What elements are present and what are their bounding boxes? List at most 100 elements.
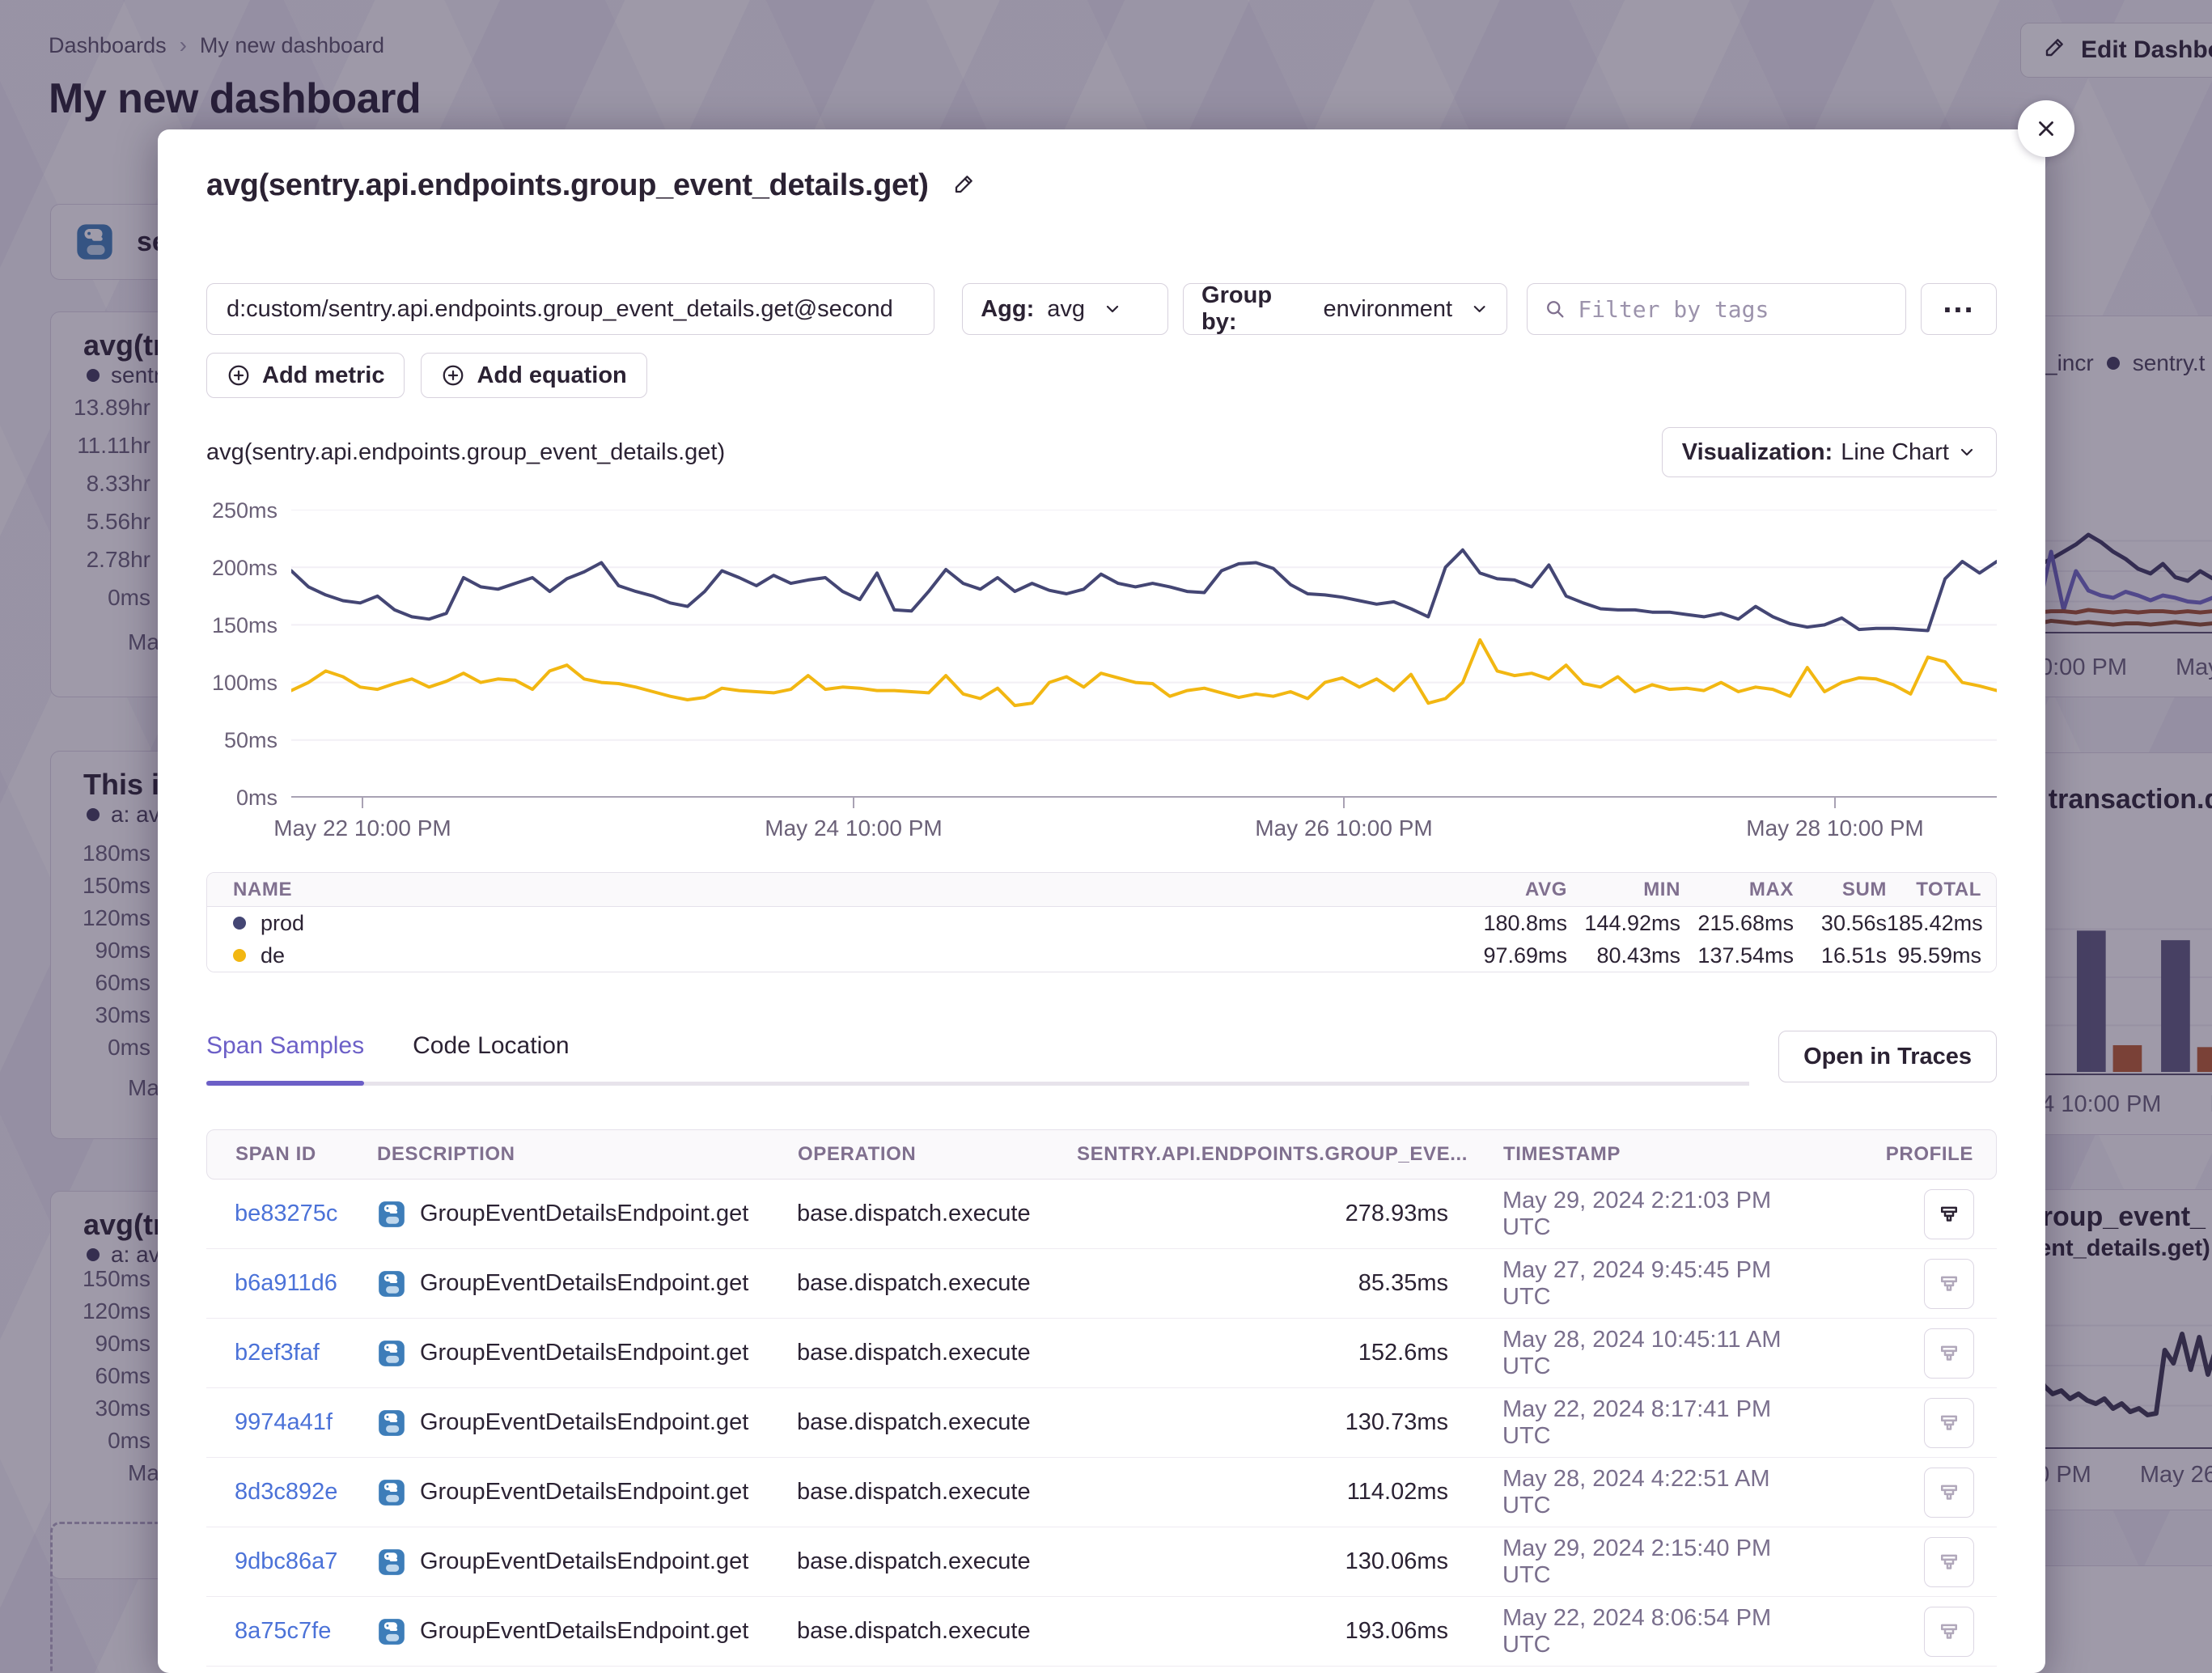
- span-samples-table: SPAN ID DESCRIPTION OPERATION SENTRY.API…: [206, 1129, 1997, 1667]
- profile-icon: [1937, 1202, 1961, 1226]
- series-name: de: [261, 943, 285, 968]
- close-icon: [2034, 116, 2058, 141]
- span-id-link[interactable]: 9974a41f: [235, 1409, 376, 1436]
- span-operation: base.dispatch.execute: [797, 1201, 1076, 1227]
- tag-filter-field: [1527, 283, 1906, 335]
- x-tick-mark: [853, 798, 854, 808]
- tab-span-samples[interactable]: Span Samples: [206, 1032, 364, 1082]
- line-chart[interactable]: 250ms 200ms 150ms 100ms 50ms 0ms: [206, 510, 1997, 798]
- x-tick-label: May 26 10:00 PM: [1223, 815, 1465, 841]
- profile-button[interactable]: [1924, 1468, 1974, 1518]
- span-timestamp: May 28, 2024 10:45:11 AM UTC: [1448, 1327, 1796, 1380]
- x-tick-label: May 24 10:00 PM: [732, 815, 975, 841]
- span-id-link[interactable]: 8a75c7fe: [235, 1618, 376, 1645]
- span-duration: 193.06ms: [1076, 1618, 1448, 1645]
- span-id-link[interactable]: 8d3c892e: [235, 1479, 376, 1506]
- span-description: GroupEventDetailsEndpoint.get: [420, 1548, 748, 1575]
- python-icon: [376, 1199, 407, 1230]
- y-tick-label: 150ms: [206, 613, 278, 638]
- visualization-select[interactable]: Visualization: Line Chart: [1662, 427, 1997, 477]
- span-sample-row: 8a75c7fe GroupEventDetailsEndpoint.get b…: [206, 1597, 1997, 1667]
- aggregation-select[interactable]: Agg: avg: [962, 283, 1168, 335]
- span-duration: 130.73ms: [1076, 1409, 1448, 1436]
- span-sample-row: b6a911d6 GroupEventDetailsEndpoint.get b…: [206, 1249, 1997, 1319]
- chart-x-axis: May 22 10:00 PM May 24 10:00 PM May 26 1…: [206, 798, 1997, 843]
- span-timestamp: May 22, 2024 8:06:54 PM UTC: [1448, 1605, 1796, 1658]
- span-id-link[interactable]: b6a911d6: [235, 1270, 376, 1297]
- plus-circle-icon: [227, 363, 251, 388]
- span-description: GroupEventDetailsEndpoint.get: [420, 1201, 748, 1227]
- python-icon: [376, 1408, 407, 1438]
- summary-row[interactable]: de 97.69ms 80.43ms 137.54ms 16.51s 95.59…: [207, 939, 1996, 972]
- span-duration: 152.6ms: [1076, 1340, 1448, 1366]
- chart-plot-area[interactable]: [291, 510, 1997, 798]
- profile-icon: [1937, 1480, 1961, 1505]
- group-by-select[interactable]: Group by: environment: [1183, 283, 1507, 335]
- span-description: GroupEventDetailsEndpoint.get: [420, 1618, 748, 1645]
- span-sample-row: 9974a41f GroupEventDetailsEndpoint.get b…: [206, 1388, 1997, 1458]
- profile-button[interactable]: [1924, 1189, 1974, 1239]
- profile-button[interactable]: [1924, 1398, 1974, 1448]
- profile-button[interactable]: [1924, 1328, 1974, 1379]
- span-duration: 278.93ms: [1076, 1201, 1448, 1227]
- x-tick-mark: [1343, 798, 1345, 808]
- x-tick-label: May 28 10:00 PM: [1714, 815, 1956, 841]
- span-duration: 114.02ms: [1076, 1479, 1448, 1506]
- python-icon: [376, 1547, 407, 1578]
- tag-filter-input[interactable]: [1578, 296, 1889, 323]
- span-timestamp: May 29, 2024 2:15:40 PM UTC: [1448, 1535, 1796, 1589]
- profile-icon: [1937, 1550, 1961, 1574]
- span-id-link[interactable]: b2ef3faf: [235, 1340, 376, 1366]
- tab-code-location[interactable]: Code Location: [413, 1032, 569, 1082]
- more-options-button[interactable]: ...: [1921, 283, 1997, 335]
- series-name: prod: [261, 911, 304, 936]
- span-timestamp: May 22, 2024 8:17:41 PM UTC: [1448, 1396, 1796, 1450]
- metric-details-modal: avg(sentry.api.endpoints.group_event_det…: [158, 129, 2045, 1673]
- span-timestamp: May 29, 2024 2:21:03 PM UTC: [1448, 1188, 1796, 1241]
- series-color-dot: [233, 917, 246, 930]
- profile-button[interactable]: [1924, 1259, 1974, 1309]
- series-summary-table: NAME AVG MIN MAX SUM TOTAL prod 180.8ms …: [206, 872, 1997, 972]
- span-duration: 85.35ms: [1076, 1270, 1448, 1297]
- chevron-down-icon: [1957, 443, 1977, 462]
- tab-bar: Span Samples Code Location: [206, 1032, 1749, 1086]
- span-operation: base.dispatch.execute: [797, 1409, 1076, 1436]
- span-id-link[interactable]: 9dbc86a7: [235, 1548, 376, 1575]
- python-icon: [376, 1269, 407, 1299]
- samples-body: be83275c GroupEventDetailsEndpoint.get b…: [206, 1180, 1997, 1667]
- profile-icon: [1937, 1620, 1961, 1644]
- span-timestamp: May 28, 2024 4:22:51 AM UTC: [1448, 1466, 1796, 1519]
- chart-title: avg(sentry.api.endpoints.group_event_det…: [206, 439, 725, 466]
- profile-icon: [1937, 1411, 1961, 1435]
- modal-title: avg(sentry.api.endpoints.group_event_det…: [206, 168, 929, 203]
- summary-header-row: NAME AVG MIN MAX SUM TOTAL: [207, 873, 1996, 907]
- x-tick-mark: [1834, 798, 1836, 808]
- metric-input[interactable]: [206, 283, 934, 335]
- span-description: GroupEventDetailsEndpoint.get: [420, 1270, 748, 1297]
- search-icon: [1544, 298, 1566, 320]
- span-id-link[interactable]: be83275c: [235, 1201, 376, 1227]
- profile-icon: [1937, 1341, 1961, 1366]
- add-metric-button[interactable]: Add metric: [206, 353, 405, 398]
- profile-button[interactable]: [1924, 1607, 1974, 1657]
- span-sample-row: be83275c GroupEventDetailsEndpoint.get b…: [206, 1180, 1997, 1249]
- y-tick-label: 100ms: [206, 671, 278, 696]
- plus-circle-icon: [441, 363, 465, 388]
- profile-button[interactable]: [1924, 1537, 1974, 1587]
- summary-row[interactable]: prod 180.8ms 144.92ms 215.68ms 30.56s 18…: [207, 907, 1996, 939]
- add-equation-button[interactable]: Add equation: [421, 353, 646, 398]
- open-in-traces-button[interactable]: Open in Traces: [1778, 1031, 1997, 1082]
- span-sample-row: 8d3c892e GroupEventDetailsEndpoint.get b…: [206, 1458, 1997, 1527]
- span-timestamp: May 27, 2024 9:45:45 PM UTC: [1448, 1257, 1796, 1311]
- edit-title-icon[interactable]: [951, 171, 977, 201]
- close-button[interactable]: [2018, 100, 2074, 157]
- span-description: GroupEventDetailsEndpoint.get: [420, 1479, 748, 1506]
- span-operation: base.dispatch.execute: [797, 1548, 1076, 1575]
- summary-body: prod 180.8ms 144.92ms 215.68ms 30.56s 18…: [207, 907, 1996, 972]
- python-icon: [376, 1338, 407, 1369]
- samples-header-row: SPAN ID DESCRIPTION OPERATION SENTRY.API…: [206, 1129, 1997, 1180]
- python-icon: [376, 1616, 407, 1647]
- span-description: GroupEventDetailsEndpoint.get: [420, 1409, 748, 1436]
- y-tick-label: 200ms: [206, 556, 278, 581]
- chevron-down-icon: [1103, 299, 1122, 319]
